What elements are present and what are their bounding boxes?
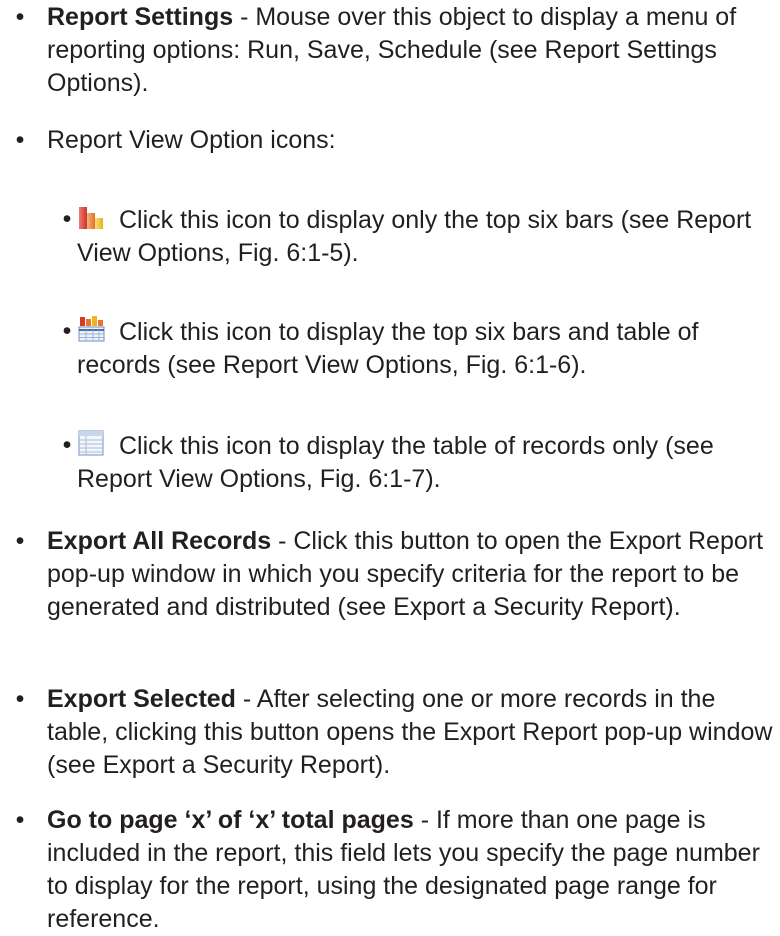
list-item-report-view-options: • Report View Option icons: <box>16 124 777 157</box>
list-item-report-settings: • Report Settings - Mouse over this obje… <box>16 1 777 100</box>
list-item-go-to-page: • Go to page ‘x’ of ‘x’ total pages - If… <box>16 804 777 936</box>
description-top-six-bars: Click this icon to display only the top … <box>77 206 752 267</box>
table-icon <box>77 429 105 457</box>
bullet: • <box>15 527 25 555</box>
report-view-options-heading: Report View Option icons: <box>47 126 336 154</box>
list-item-bars-and-table: • Click this icon to display the top six… <box>63 315 777 382</box>
bar-chart-icon <box>77 203 105 231</box>
bullet: • <box>15 685 25 713</box>
bullet: • <box>15 3 25 31</box>
list-item-top-six-bars: • Click this icon to display only the to… <box>63 203 777 270</box>
term-go-to-page: Go to page ‘x’ of ‘x’ total pages <box>47 806 414 834</box>
term-report-settings: Report Settings <box>47 3 234 31</box>
list-item-export-all-records: • Export All Records - Click this button… <box>16 525 777 624</box>
list-item-table-only: • Click this icon to display the table o… <box>63 429 777 496</box>
bullet: • <box>62 317 72 345</box>
bullet: • <box>15 806 25 834</box>
bullet: • <box>62 431 72 459</box>
term-export-all-records: Export All Records <box>47 527 272 555</box>
bar-chart-table-icon <box>77 315 105 343</box>
term-export-selected: Export Selected <box>47 685 236 713</box>
description-table-only: Click this icon to display the table of … <box>77 432 714 493</box>
bullet: • <box>62 205 72 233</box>
bullet: • <box>15 126 25 154</box>
list-item-export-selected: • Export Selected - After selecting one … <box>16 683 777 782</box>
description-bars-and-table: Click this icon to display the top six b… <box>77 318 699 379</box>
